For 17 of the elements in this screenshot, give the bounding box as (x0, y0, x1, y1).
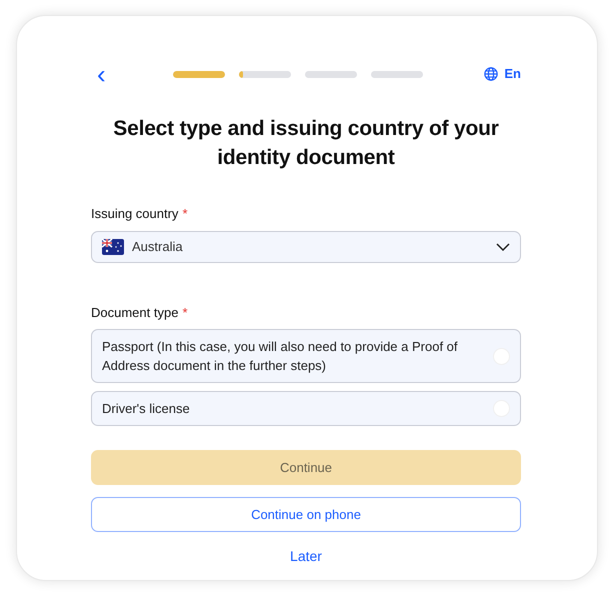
country-select[interactable]: Australia (91, 230, 521, 262)
required-mark: * (182, 304, 188, 322)
language-button[interactable]: En (484, 64, 521, 84)
document-option[interactable]: Passport (In this case, you will also need to provide a Proof of Address document in the further steps) (91, 329, 521, 383)
required-mark: * (182, 205, 188, 223)
flag-icon (102, 238, 124, 254)
back-button[interactable]: ‹ (91, 61, 112, 87)
field-label: Document type (91, 304, 178, 322)
later-link[interactable]: Later (290, 546, 322, 567)
globe-icon (484, 67, 498, 81)
chevron-down-icon (496, 242, 510, 250)
progress-step (173, 70, 226, 78)
document-option[interactable]: Driver's license (91, 391, 521, 426)
phone-button[interactable]: Continue on phone (91, 497, 521, 532)
progress-step (239, 70, 292, 78)
page-title: Select type and issuing country of your identity document (112, 116, 500, 171)
field-label: Issuing country (91, 205, 178, 223)
